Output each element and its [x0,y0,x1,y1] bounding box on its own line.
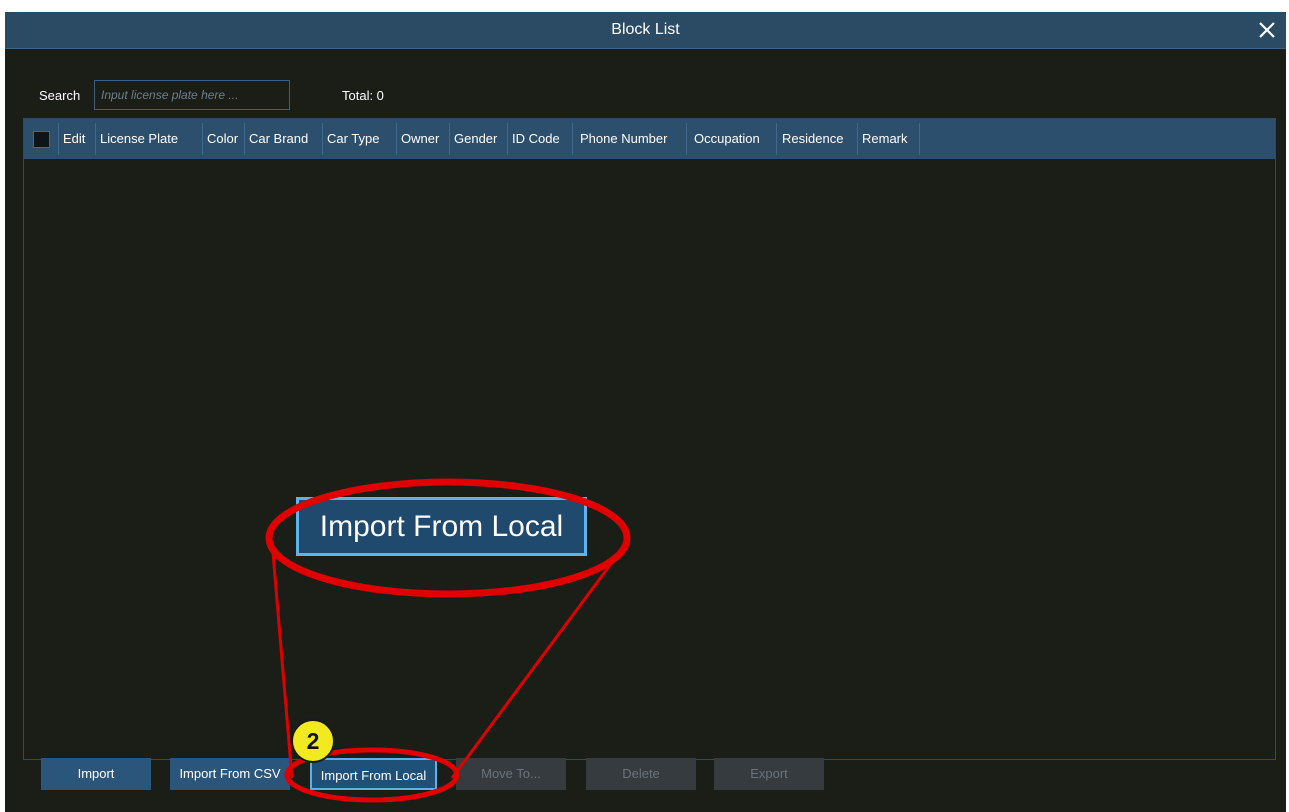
column-separator [686,123,687,155]
search-label: Search [39,88,81,103]
col-occupation[interactable]: Occupation [694,119,760,159]
col-remark[interactable]: Remark [862,119,908,159]
column-separator [572,123,573,155]
column-separator [857,123,858,155]
column-separator [244,123,245,155]
table-header: Edit License Plate Color Car Brand Car T… [24,119,1275,159]
move-to-button[interactable]: Move To... [456,758,566,790]
col-car-brand[interactable]: Car Brand [249,119,308,159]
column-separator [322,123,323,155]
import-button[interactable]: Import [41,758,151,790]
delete-button[interactable]: Delete [586,758,696,790]
col-owner[interactable]: Owner [401,119,439,159]
column-separator [776,123,777,155]
select-all-checkbox[interactable] [33,131,50,148]
close-icon[interactable] [1254,16,1280,44]
block-list-table: Edit License Plate Color Car Brand Car T… [23,118,1276,760]
search-input[interactable] [94,80,290,110]
column-separator [202,123,203,155]
col-color[interactable]: Color [207,119,238,159]
column-separator [449,123,450,155]
import-from-local-button[interactable]: Import From Local [310,758,437,790]
zoomed-import-from-local-callout: Import From Local [296,497,587,556]
col-edit[interactable]: Edit [63,119,85,159]
col-car-type[interactable]: Car Type [327,119,380,159]
col-gender[interactable]: Gender [454,119,497,159]
column-separator [95,123,96,155]
dialog-titlebar: Block List [5,12,1286,49]
column-separator [58,123,59,155]
column-separator [919,123,920,155]
column-separator [507,123,508,155]
col-residence[interactable]: Residence [782,119,843,159]
col-phone-number[interactable]: Phone Number [580,119,667,159]
column-separator [396,123,397,155]
import-from-csv-button[interactable]: Import From CSV [170,758,290,790]
block-list-dialog: Block List Search Total: 0 Edit License … [5,12,1286,812]
col-license-plate[interactable]: License Plate [100,119,178,159]
total-count: Total: 0 [342,88,384,103]
col-id-code[interactable]: ID Code [512,119,560,159]
dialog-title: Block List [611,21,680,38]
step-number-badge: 2 [291,719,335,763]
export-button[interactable]: Export [714,758,824,790]
